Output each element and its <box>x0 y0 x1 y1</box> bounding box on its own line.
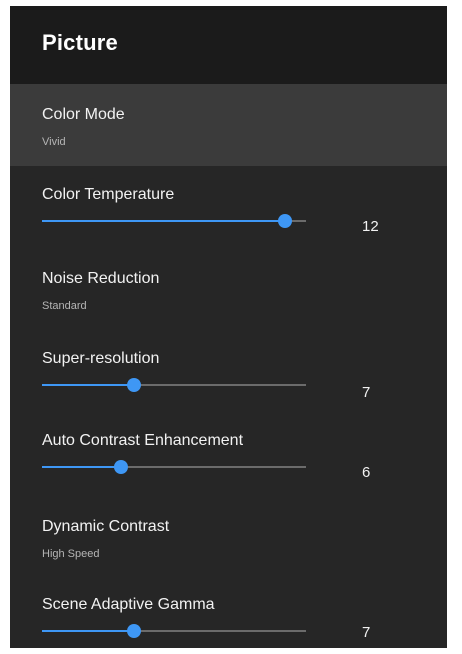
slider-thumb[interactable] <box>127 378 142 392</box>
noise-reduction-value: Standard <box>42 300 87 312</box>
color-mode-value: Vivid <box>42 136 66 148</box>
slider-fill <box>42 466 122 468</box>
slider-fill <box>42 220 285 222</box>
dynamic-contrast-title: Dynamic Contrast <box>42 518 170 535</box>
page-title: Picture <box>42 30 118 55</box>
super-resolution-title: Super-resolution <box>42 350 160 367</box>
dynamic-contrast-value: High Speed <box>42 548 100 560</box>
scene-adaptive-gamma-slider[interactable] <box>42 624 306 638</box>
noise-reduction-title: Noise Reduction <box>42 270 160 287</box>
menu-item-color-temperature[interactable]: Color Temperature 12 <box>10 166 447 250</box>
menu-item-scene-adaptive-gamma[interactable]: Scene Adaptive Gamma 7 <box>10 578 447 648</box>
super-resolution-value: 7 <box>362 384 371 401</box>
super-resolution-slider[interactable] <box>42 378 306 392</box>
color-mode-title: Color Mode <box>42 106 125 123</box>
slider-fill <box>42 384 135 386</box>
color-temperature-value: 12 <box>362 218 379 235</box>
slider-thumb[interactable] <box>127 624 142 638</box>
menu-item-super-resolution[interactable]: Super-resolution 7 <box>10 332 447 414</box>
menu-item-noise-reduction[interactable]: Noise Reduction Standard <box>10 250 447 332</box>
scene-adaptive-gamma-title: Scene Adaptive Gamma <box>42 596 215 613</box>
slider-thumb[interactable] <box>114 460 129 474</box>
menu-item-color-mode[interactable]: Color Mode Vivid <box>10 84 447 166</box>
menu-item-dynamic-contrast[interactable]: Dynamic Contrast High Speed <box>10 498 447 578</box>
slider-thumb[interactable] <box>277 214 292 228</box>
color-temperature-slider[interactable] <box>42 214 306 228</box>
slider-fill <box>42 630 135 632</box>
scene-adaptive-gamma-value: 7 <box>362 624 371 641</box>
picture-settings-panel: Picture Color Mode Vivid Color Temperatu… <box>10 6 447 648</box>
menu-item-auto-contrast-enhancement[interactable]: Auto Contrast Enhancement 6 <box>10 414 447 498</box>
auto-contrast-enhancement-title: Auto Contrast Enhancement <box>42 432 244 449</box>
auto-contrast-enhancement-value: 6 <box>362 464 371 481</box>
header: Picture <box>10 6 447 84</box>
auto-contrast-enhancement-slider[interactable] <box>42 460 306 474</box>
color-temperature-title: Color Temperature <box>42 186 175 203</box>
